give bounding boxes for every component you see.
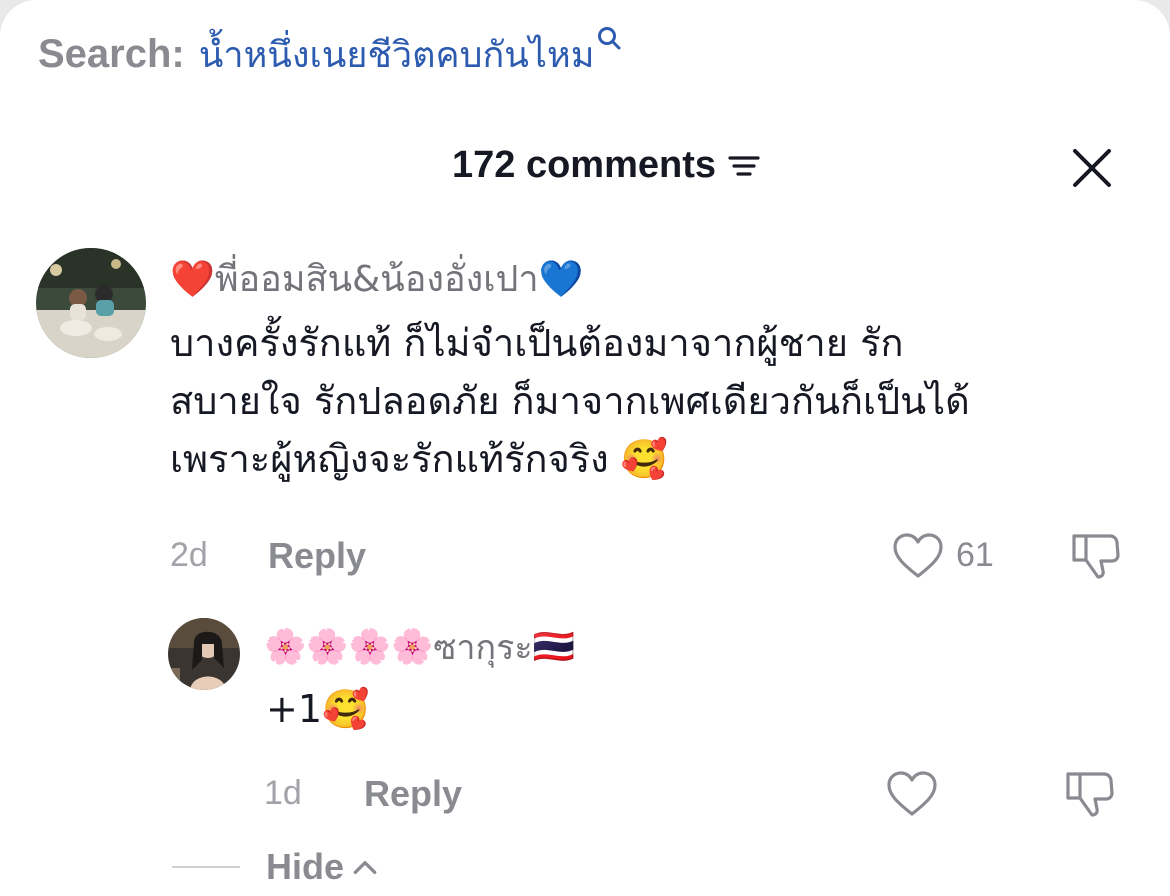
- like-count: 61: [956, 536, 994, 574]
- thumbs-down-icon[interactable]: [1064, 768, 1116, 818]
- comment-date: 1d: [264, 774, 302, 812]
- chevron-up-icon: [353, 861, 377, 875]
- hide-replies-row: Hide: [172, 846, 378, 888]
- avatar-photo: [36, 248, 146, 358]
- comment-item: ❤️ พี่ออมสิน&น้องอั่งเปา 💙 บางครั้งรักแท…: [0, 0, 1170, 600]
- avatar[interactable]: [36, 248, 146, 358]
- comment-text: บางครั้งรักแท้ ก็ไม่จำเป็นต้องมาจากผู้ชา…: [170, 314, 970, 488]
- username-prefix-emoji: ❤️: [170, 258, 215, 300]
- reply-comment-item: 🌸🌸🌸🌸 ซากุระ 🇹🇭 +1🥰 1d Reply: [0, 600, 1170, 840]
- comment-text: +1🥰: [266, 687, 370, 731]
- username-text: ซากุระ: [433, 628, 533, 668]
- comment-date: 2d: [170, 536, 208, 574]
- comment-username[interactable]: 🌸🌸🌸🌸 ซากุระ 🇹🇭: [264, 620, 575, 674]
- username-suffix-emoji: 💙: [538, 258, 584, 300]
- username-suffix-emoji: 🇹🇭: [532, 627, 575, 667]
- heart-icon[interactable]: [892, 532, 944, 580]
- username-prefix-emoji: 🌸🌸🌸🌸: [264, 627, 434, 667]
- comment-line: เพราะผู้หญิงจะรักแท้รักจริง 🥰: [170, 437, 669, 481]
- heart-icon[interactable]: [886, 770, 938, 818]
- hide-replies-button[interactable]: Hide: [266, 846, 378, 888]
- reply-button[interactable]: Reply: [364, 773, 462, 815]
- reply-button[interactable]: Reply: [268, 535, 366, 577]
- avatar[interactable]: [168, 618, 240, 690]
- divider-line: [172, 866, 240, 868]
- thumbs-down-icon[interactable]: [1070, 530, 1122, 580]
- avatar-photo: [168, 618, 240, 690]
- hide-label: Hide: [266, 846, 345, 887]
- comment-line: สบายใจ รักปลอดภัย ก็มาจากเพศเดียวกันก็เป…: [170, 379, 970, 423]
- comments-sheet: Search: น้ำหนึ่งเนยชีวิตคบกันไหม 172 com…: [0, 0, 1170, 896]
- comment-line: บางครั้งรักแท้ ก็ไม่จำเป็นต้องมาจากผู้ชา…: [170, 321, 904, 365]
- comment-username[interactable]: ❤️ พี่ออมสิน&น้องอั่งเปา 💙: [170, 250, 583, 307]
- username-text: พี่ออมสิน&น้องอั่งเปา: [214, 259, 539, 300]
